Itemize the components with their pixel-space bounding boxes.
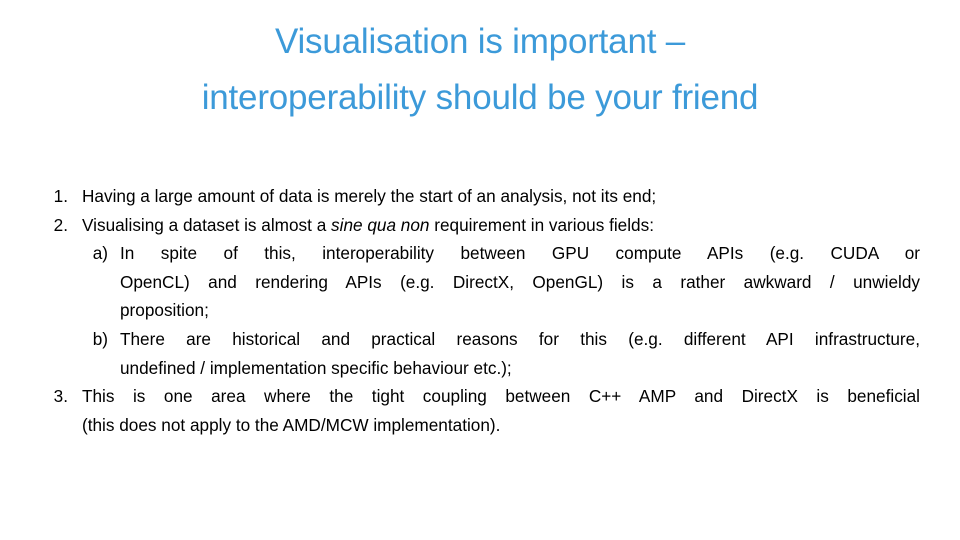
list-item-2a-line-1: In spite of this, interoperability betwe… [120,243,920,264]
list-marker-2: 2. [53,214,68,235]
list-marker-1: 1. [53,186,68,206]
list-item-3-line-2: (this does not apply to the AMD/MCW impl… [82,414,501,435]
slide-canvas: Visualisation is important – interoperab… [0,0,960,540]
list-item-3-text: This is one area where the tight couplin… [82,382,920,439]
list-item-2b-line-2: undefined / implementation specific beha… [120,357,512,378]
list-marker-3: 3. [53,386,68,407]
list-item-2a-line-2: OpenCL) and rendering APIs (e.g. DirectX… [120,271,920,292]
list-item-3: 3. This is one area where the tight coup… [36,382,920,439]
list-item-2-text: Visualising a dataset is almost a sine q… [82,211,920,240]
list-item-1: 1. Having a large amount of data is mere… [36,182,920,211]
list-item-2b-line-1: There are historical and practical reaso… [120,328,920,349]
list-item-2a-text: In spite of this, interoperability betwe… [120,239,920,325]
list-item-3-line-1: This is one area where the tight couplin… [82,386,920,407]
list-item-2a: a) In spite of this, interoperability be… [36,239,920,325]
slide-body: 1. Having a large amount of data is mere… [36,182,920,439]
list-marker-2b: b) [92,328,108,349]
slide-title: Visualisation is important – interoperab… [48,14,912,126]
list-item-2b-text: There are historical and practical reaso… [120,325,920,382]
list-item-2a-line-3: proposition; [120,300,209,321]
list-item-2-segment-after-italic: requirement in various fields: [429,214,654,235]
list-item-2b: b) There are historical and practical re… [36,325,920,382]
list-item-2: 2. Visualising a dataset is almost a sin… [36,211,920,240]
list-item-2-line-1: Visualising a dataset is almost a sine q… [82,211,920,240]
list-item-2-italic-phrase: sine qua non [331,214,430,235]
list-marker-2a: a) [92,243,108,264]
list-item-2-segment-before-italic: Visualising a dataset is almost a [82,214,332,235]
list-item-1-text: Having a large amount of data is merely … [82,182,920,211]
list-item-1-line-1: Having a large amount of data is merely … [82,186,657,206]
slide-title-line-2: interoperability should be your friend [201,78,759,117]
slide-title-line-1: Visualisation is important – [274,22,686,61]
